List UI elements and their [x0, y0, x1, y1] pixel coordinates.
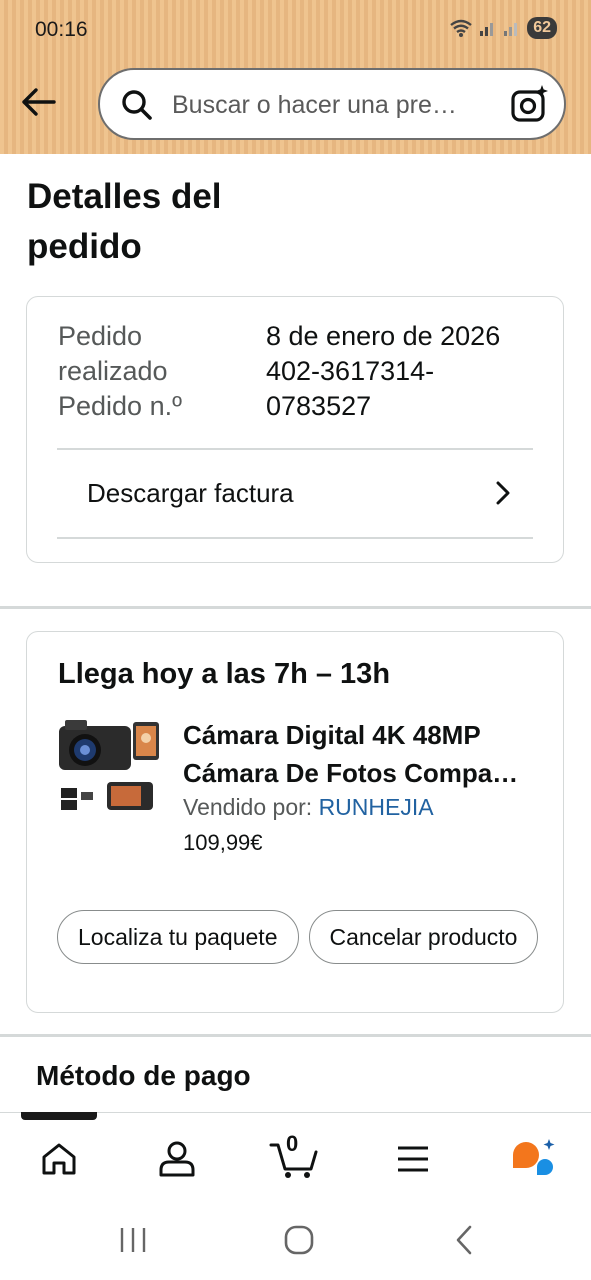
seller-link[interactable]: RUNHEJIA — [319, 794, 434, 820]
nav-account[interactable] — [147, 1135, 207, 1183]
camera-lens-icon[interactable] — [510, 84, 550, 124]
home-circle-icon — [284, 1225, 314, 1255]
system-back-button[interactable] — [444, 1222, 484, 1258]
nav-menu[interactable] — [383, 1135, 443, 1183]
order-info-labels: Pedido realizado Pedido n.º — [58, 319, 258, 424]
nav-cart[interactable]: 0 — [264, 1131, 324, 1183]
cancel-product-button[interactable]: Cancelar producto — [308, 910, 539, 964]
back-chevron-icon — [456, 1225, 472, 1255]
nav-assistant[interactable] — [502, 1135, 562, 1183]
order-number-label: Pedido n.º — [58, 391, 182, 421]
order-summary-card: Pedido realizado Pedido n.º 8 de enero d… — [26, 296, 564, 563]
download-invoice-label: Descargar factura — [87, 477, 294, 508]
app-header: 00:16 62 — [0, 0, 591, 154]
rufus-assistant-icon — [513, 1139, 555, 1175]
order-number-value-line1: 402-3617314- — [266, 356, 435, 386]
order-number-value-line2: 0783527 — [266, 391, 372, 421]
product-title[interactable]: Cámara Digital 4K 48MP Cámara De Fotos C… — [183, 716, 543, 792]
seller-info: Vendido por: RUNHEJIA — [183, 794, 434, 821]
delivery-card: Llega hoy a las 7h – 13h Cámara Digital … — [26, 631, 564, 1013]
seller-prefix: Vendido por: — [183, 794, 313, 820]
battery-indicator: 62 — [527, 17, 557, 39]
search-icon — [122, 90, 152, 120]
cart-count: 0 — [286, 1131, 299, 1156]
bottom-navigation: 0 — [0, 1112, 591, 1201]
nav-home[interactable] — [29, 1135, 89, 1183]
section-divider — [0, 1034, 591, 1037]
status-time: 00:16 — [35, 18, 88, 41]
recent-apps-button[interactable] — [113, 1222, 153, 1258]
chevron-right-icon — [496, 481, 510, 505]
divider — [57, 537, 533, 539]
status-icons: 62 — [449, 17, 557, 39]
page-title: Detalles del pedido — [27, 177, 222, 266]
recent-apps-icon — [120, 1228, 146, 1252]
system-navigation-bar — [0, 1200, 591, 1280]
back-button[interactable] — [18, 82, 58, 122]
order-placed-label-line1: Pedido — [58, 321, 143, 351]
signal-roaming-icon — [504, 23, 518, 36]
product-title-line2: Cámara De Fotos Compa… — [183, 758, 519, 788]
home-system-button[interactable] — [279, 1222, 319, 1258]
download-invoice-row[interactable]: Descargar factura — [57, 449, 533, 537]
product-price: 109,99€ — [183, 830, 263, 855]
home-icon — [42, 1143, 76, 1175]
track-package-button[interactable]: Localiza tu paquete — [57, 910, 299, 964]
account-icon — [159, 1141, 195, 1177]
active-tab-indicator — [21, 1112, 97, 1120]
search-bar[interactable] — [98, 68, 566, 140]
product-image[interactable] — [55, 716, 163, 816]
wifi-icon — [450, 19, 472, 37]
search-input[interactable] — [172, 88, 492, 122]
menu-icon — [398, 1146, 428, 1172]
section-divider — [0, 606, 591, 609]
back-arrow-icon — [22, 88, 56, 116]
product-title-line1: Cámara Digital 4K 48MP — [183, 720, 481, 750]
payment-method-title: Método de pago — [36, 1060, 251, 1091]
order-info-values: 8 de enero de 2026 402-3617314- 0783527 — [266, 319, 536, 424]
order-date-value: 8 de enero de 2026 — [266, 321, 501, 351]
order-placed-label-line2: realizado — [58, 356, 168, 386]
delivery-status-title: Llega hoy a las 7h – 13h — [58, 658, 391, 690]
delivery-actions: Localiza tu paquete Cancelar producto — [57, 910, 543, 968]
signal-icon — [480, 23, 494, 36]
